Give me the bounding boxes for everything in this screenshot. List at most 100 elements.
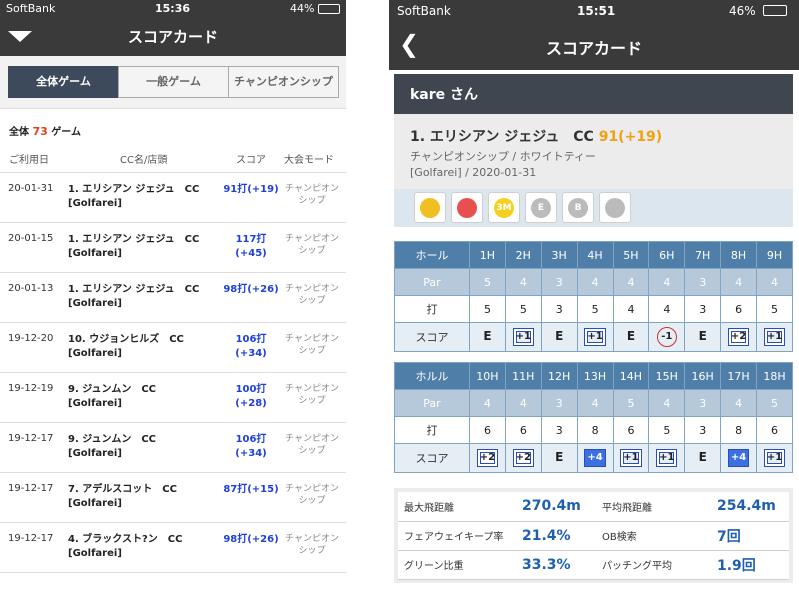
hole-cell: 6H (648, 241, 686, 269)
par-cell: 4 (648, 268, 686, 296)
score-cell: +1 (756, 322, 793, 352)
clock: 15:51 (577, 4, 616, 18)
row-course: 9. ジュンムン CC [Golfarei] (68, 384, 157, 409)
game-row[interactable]: 19-12-17 4. ブラックスト?ン CC [Golfarei] 98打(+26)… (0, 523, 346, 573)
par-cell: 4 (504, 389, 542, 417)
stats-panel: 最大飛距離 270.4m 平均飛距離 254.4m フェアウェイキープ率 21.4% OB検… (394, 488, 793, 583)
row-score: 117打(+45) (235, 234, 267, 259)
game-row[interactable]: 19-12-19 9. ジュンムン CC [Golfarei] 100打 (+28) チャ… (0, 373, 346, 423)
stat-label: OB検索 (596, 521, 711, 551)
tab-bar: 全体ゲーム 一般ゲーム チャンピオンシップ (0, 56, 346, 109)
score-mark: E (698, 329, 707, 343)
game-row[interactable]: 19-12-17 7. アデルスコット CC [Golfarei] 87打(+15) チ… (0, 473, 346, 523)
row-score: 106打 (+34) (235, 334, 267, 359)
strokes-cell: 6 (720, 295, 757, 323)
hole-cell: 16H (684, 362, 722, 390)
strokes-row: 打553544365 (394, 295, 793, 323)
game-row[interactable]: 20-01-15 1. エリシアン ジェジュ CC [Golfarei] 117打(+… (0, 223, 346, 273)
par-cell: 4 (720, 389, 757, 417)
score-mark: +2 (727, 328, 750, 346)
hole-cell: 8H (720, 241, 757, 269)
game-row[interactable]: 20-01-13 1. エリシアン ジェジュ CC [Golfarei] 98打(+2… (0, 273, 346, 323)
score-cell: E (612, 322, 650, 352)
row-date: 20-01-31 (8, 183, 54, 194)
strokes-cell: 4 (648, 295, 686, 323)
status-bar: SoftBank 15:51 46% (389, 0, 799, 22)
hdr-row: ホルル 10H 11H 12H 13H 14H 15H 16H 17H 18H (394, 362, 793, 390)
par-cell: 3 (540, 389, 578, 417)
row-score: 100打 (+28) (235, 384, 267, 409)
row-score: 98打(+26) (223, 534, 279, 545)
par-cell: 4 (612, 268, 650, 296)
par-cell: 4 (756, 268, 793, 296)
row-mode: チャンピオン シップ (285, 284, 339, 306)
left-screen: SoftBank 15:36 44% スコアカード 全体ゲーム 一般ゲーム チャ… (0, 0, 346, 605)
hole-cell: 14H (612, 362, 650, 390)
strokes-cell: 5 (504, 295, 542, 323)
row-date: 20-01-15 (8, 233, 54, 244)
col-date: ご利用日 (9, 155, 49, 166)
row-label: ホール (394, 241, 470, 269)
carrier-label: SoftBank (6, 2, 56, 15)
row-label: Par (394, 389, 470, 417)
score-cell: +4 (720, 443, 757, 473)
hole-cell: 15H (648, 362, 686, 390)
row-course: 7. アデルスコット CC [Golfarei] (68, 484, 177, 509)
score-cell: +2 (720, 322, 757, 352)
tab-all-games[interactable]: 全体ゲーム (8, 66, 119, 98)
row-course: 9. ジュンムン CC [Golfarei] (68, 434, 157, 459)
course-score: 91(+19) (598, 129, 663, 145)
course-meta: [Golfarei] / 2020-01-31 (410, 166, 537, 179)
score-cell: E (540, 322, 578, 352)
tab-championship[interactable]: チャンピオンシップ (228, 66, 339, 98)
score-mark: +1 (763, 449, 786, 467)
strokes-cell: 3 (540, 295, 578, 323)
row-mode: チャンピオン シップ (285, 434, 339, 456)
row-mode: チャンピオン シップ (285, 384, 339, 406)
score-cell: +2 (469, 443, 506, 473)
hole-cell: 17H (720, 362, 757, 390)
par-row: Par 5 4 3 4 4 4 3 4 4 (394, 268, 793, 296)
par-cell: 5 (469, 268, 506, 296)
row-mode: チャンピオン シップ (285, 184, 339, 206)
row-score: 98打(+26) (223, 284, 279, 295)
tab-general-games[interactable]: 一般ゲーム (118, 66, 229, 98)
score-mark: +1 (763, 328, 786, 346)
stat-label: 平均飛距離 (596, 492, 711, 522)
hole-cell: 18H (756, 362, 793, 390)
par-cell: 3 (684, 389, 722, 417)
course-name: 1. エリシアン ジェジュ CC (410, 129, 594, 145)
hole-cell: 12H (540, 362, 578, 390)
stat-label: フェアウェイキープ率 (398, 521, 516, 551)
strokes-cell: 5 (756, 295, 793, 323)
score-mark: +1 (584, 328, 606, 346)
par-cell: 3 (540, 268, 578, 296)
page-title: スコアカード (127, 28, 218, 46)
score-mark: +1 (656, 449, 678, 467)
front-nine-table: ホール 1H 2H 3H 4H 5H 6H 7H 8H 9H Par 5 4 3 4 4 4 3 4 4 打 5 5 3 5 4 4… (394, 241, 793, 352)
par-row: Par 4 4 3 4 5 4 3 4 5 (394, 389, 793, 417)
nav-bar: ❮ スコアカード (389, 22, 799, 70)
par-cell: 5 (612, 389, 650, 417)
strokes-cell: 5 (576, 295, 614, 323)
par-cell: 4 (469, 389, 506, 417)
battery-label: 46% (729, 4, 756, 18)
row-label: ホルル (394, 362, 470, 390)
strokes-cell: 3 (540, 416, 578, 444)
score-mark: E (626, 329, 636, 343)
col-course: CC名/店頭 (120, 155, 168, 166)
score-mark: E (483, 329, 492, 343)
stat-label: 最大飛距離 (398, 492, 516, 522)
game-row[interactable]: 19-12-17 9. ジュンムン CC [Golfarei] 106打 (+34) チャ… (0, 423, 346, 473)
stat-value: 270.4m (516, 492, 596, 522)
hdr-row: ホール 1H 2H 3H 4H 5H 6H 7H 8H 9H (394, 241, 793, 269)
balls-icon (451, 192, 483, 223)
carrier-label: SoftBank (397, 4, 451, 18)
game-row[interactable]: 20-01-31 1. エリシアン ジェジュ CC [Golfarei] 91打(+1… (0, 173, 346, 223)
stat-row: フェアウェイキープ率 21.4% OB検索 7回 (398, 521, 789, 551)
hole-cell: 13H (576, 362, 614, 390)
score-cell: +1 (576, 322, 614, 352)
score-cell: E (684, 322, 722, 352)
game-row[interactable]: 19-12-20 10. ウジョンヒルズ CC [Golfarei] 106打 (+34… (0, 323, 346, 373)
col-mode: 大会モード (284, 155, 334, 166)
